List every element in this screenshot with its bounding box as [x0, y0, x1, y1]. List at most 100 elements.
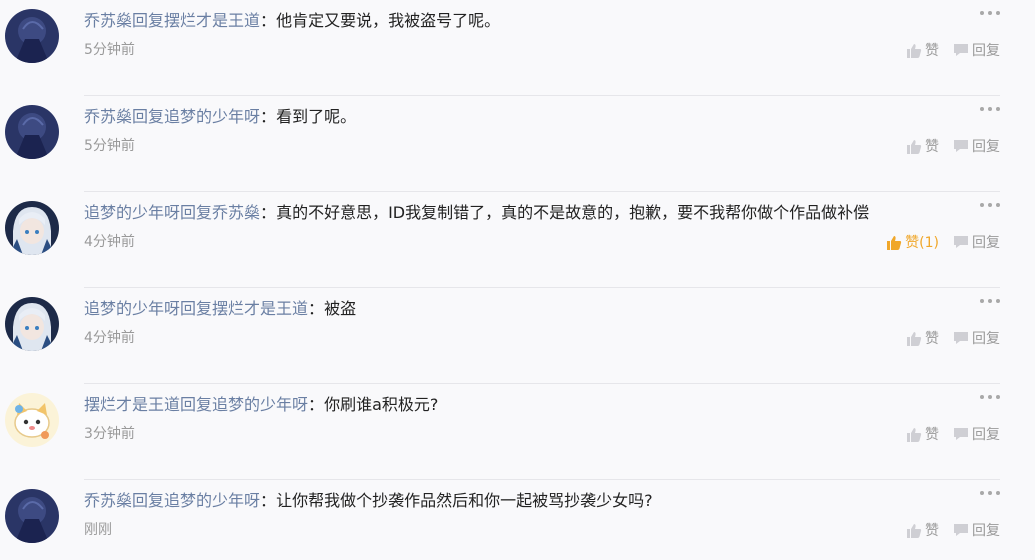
reply-target[interactable]: 追梦的少年呀 — [164, 491, 260, 510]
reply-word: 回复 — [180, 395, 213, 414]
avatar[interactable] — [5, 201, 59, 255]
more-options-icon[interactable] — [980, 486, 1000, 498]
like-label: 赞 — [925, 331, 939, 347]
comment-content: 真的不好意思，ID我复制错了，真的不是故意的，抱歉，要不我帮你做个作品做补偿 — [276, 203, 870, 222]
comment-content: 看到了呢。 — [276, 107, 357, 126]
dark-avatar-icon — [5, 489, 59, 543]
anime-avatar-icon — [5, 297, 59, 351]
comment-time: 5分钟前 — [84, 42, 135, 58]
reply-button[interactable]: 回复 — [953, 328, 1000, 348]
comment-bubble-icon — [954, 236, 968, 248]
reply-target[interactable]: 乔苏燊 — [212, 203, 260, 222]
like-button[interactable]: 赞 — [906, 40, 939, 60]
reply-target[interactable]: 摆烂才是王道 — [212, 299, 308, 318]
comment-bubble-icon — [954, 332, 968, 344]
comment-content: 被盗 — [324, 299, 357, 318]
reply-word: 回复 — [132, 107, 165, 126]
reply-label: 回复 — [972, 427, 1000, 443]
dark-avatar-icon — [5, 9, 59, 63]
separator: ： — [260, 203, 277, 222]
reply-button[interactable]: 回复 — [953, 40, 1000, 60]
comment-username[interactable]: 摆烂才是王道 — [84, 395, 180, 414]
comment-actions: 赞(1) 回复 — [872, 232, 1000, 252]
like-button[interactable]: 赞 — [906, 328, 939, 348]
comment-content: 你刷谁a积极元? — [324, 395, 439, 414]
like-button[interactable]: 赞 — [906, 136, 939, 156]
reply-target[interactable]: 摆烂才是王道 — [164, 11, 260, 30]
like-label: 赞 — [925, 43, 939, 59]
comment-content: 他肯定又要说，我被盗号了呢。 — [276, 11, 501, 30]
comment-item: 追梦的少年呀回复摆烂才是王道：被盗 4分钟前 赞 回复 — [0, 288, 1035, 384]
avatar[interactable] — [5, 297, 59, 351]
like-label: 赞 — [925, 523, 939, 539]
comment-time: 4分钟前 — [84, 330, 135, 346]
reply-target[interactable]: 追梦的少年呀 — [164, 107, 260, 126]
comment-actions: 赞 回复 — [892, 424, 1000, 444]
comment-actions: 赞 回复 — [892, 328, 1000, 348]
separator: ： — [260, 491, 277, 510]
cat-avatar-icon — [5, 393, 59, 447]
comment-time: 5分钟前 — [84, 138, 135, 154]
comment-item: 追梦的少年呀回复乔苏燊：真的不好意思，ID我复制错了，真的不是故意的，抱歉，要不… — [0, 192, 1035, 288]
reply-word: 回复 — [132, 11, 165, 30]
comment-bubble-icon — [954, 44, 968, 56]
like-button[interactable]: 赞 — [906, 424, 939, 444]
reply-button[interactable]: 回复 — [953, 232, 1000, 252]
more-options-icon[interactable] — [980, 390, 1000, 402]
reply-word: 回复 — [180, 203, 213, 222]
avatar[interactable] — [5, 393, 59, 447]
comment-text-line: 追梦的少年呀回复摆烂才是王道：被盗 — [84, 297, 975, 321]
reply-word: 回复 — [180, 299, 213, 318]
thumbs-up-icon — [907, 523, 922, 538]
reply-button[interactable]: 回复 — [953, 136, 1000, 156]
separator: ： — [260, 11, 277, 30]
avatar[interactable] — [5, 489, 59, 543]
comment-text-line: 乔苏燊回复摆烂才是王道：他肯定又要说，我被盗号了呢。 — [84, 9, 975, 33]
comment-item: 摆烂才是王道回复追梦的少年呀：你刷谁a积极元? 3分钟前 赞 回复 — [0, 384, 1035, 480]
like-label: 赞 — [925, 139, 939, 155]
comment-time: 3分钟前 — [84, 426, 135, 442]
reply-target[interactable]: 追梦的少年呀 — [212, 395, 308, 414]
reply-label: 回复 — [972, 43, 1000, 59]
thumbs-up-icon — [887, 235, 902, 250]
comment-bubble-icon — [954, 140, 968, 152]
comment-time: 刚刚 — [84, 522, 112, 538]
reply-button[interactable]: 回复 — [953, 424, 1000, 444]
reply-label: 回复 — [972, 331, 1000, 347]
comment-time: 4分钟前 — [84, 234, 135, 250]
comment-item: 乔苏燊回复追梦的少年呀：看到了呢。 5分钟前 赞 回复 — [0, 96, 1035, 192]
comment-text-line: 乔苏燊回复追梦的少年呀：看到了呢。 — [84, 105, 975, 129]
more-options-icon[interactable] — [980, 6, 1000, 18]
thumbs-up-icon — [907, 43, 922, 58]
anime-avatar-icon — [5, 201, 59, 255]
comment-item: 乔苏燊回复追梦的少年呀：让你帮我做个抄袭作品然后和你一起被骂抄袭少女吗? 刚刚 … — [0, 480, 1035, 560]
reply-word: 回复 — [132, 491, 165, 510]
reply-label: 回复 — [972, 139, 1000, 155]
separator: ： — [308, 395, 325, 414]
comment-item: 乔苏燊回复摆烂才是王道：他肯定又要说，我被盗号了呢。 5分钟前 赞 回复 — [0, 0, 1035, 96]
thumbs-up-icon — [907, 427, 922, 442]
comment-list: 乔苏燊回复摆烂才是王道：他肯定又要说，我被盗号了呢。 5分钟前 赞 回复 乔苏燊… — [0, 0, 1035, 560]
comment-text-line: 摆烂才是王道回复追梦的少年呀：你刷谁a积极元? — [84, 393, 975, 417]
reply-label: 回复 — [972, 235, 1000, 251]
separator: ： — [260, 107, 277, 126]
like-button[interactable]: 赞(1) — [886, 232, 939, 252]
comment-username[interactable]: 乔苏燊 — [84, 107, 132, 126]
more-options-icon[interactable] — [980, 294, 1000, 306]
comment-username[interactable]: 追梦的少年呀 — [84, 203, 180, 222]
dark-avatar-icon — [5, 105, 59, 159]
comment-username[interactable]: 乔苏燊 — [84, 491, 132, 510]
reply-button[interactable]: 回复 — [953, 520, 1000, 540]
more-options-icon[interactable] — [980, 198, 1000, 210]
avatar[interactable] — [5, 105, 59, 159]
like-button[interactable]: 赞 — [906, 520, 939, 540]
comment-username[interactable]: 追梦的少年呀 — [84, 299, 180, 318]
avatar[interactable] — [5, 9, 59, 63]
like-label: 赞 — [925, 427, 939, 443]
like-label: 赞(1) — [905, 235, 939, 251]
comment-username[interactable]: 乔苏燊 — [84, 11, 132, 30]
comment-text-line: 追梦的少年呀回复乔苏燊：真的不好意思，ID我复制错了，真的不是故意的，抱歉，要不… — [84, 201, 975, 225]
more-options-icon[interactable] — [980, 102, 1000, 114]
comment-bubble-icon — [954, 524, 968, 536]
comment-actions: 赞 回复 — [892, 40, 1000, 60]
